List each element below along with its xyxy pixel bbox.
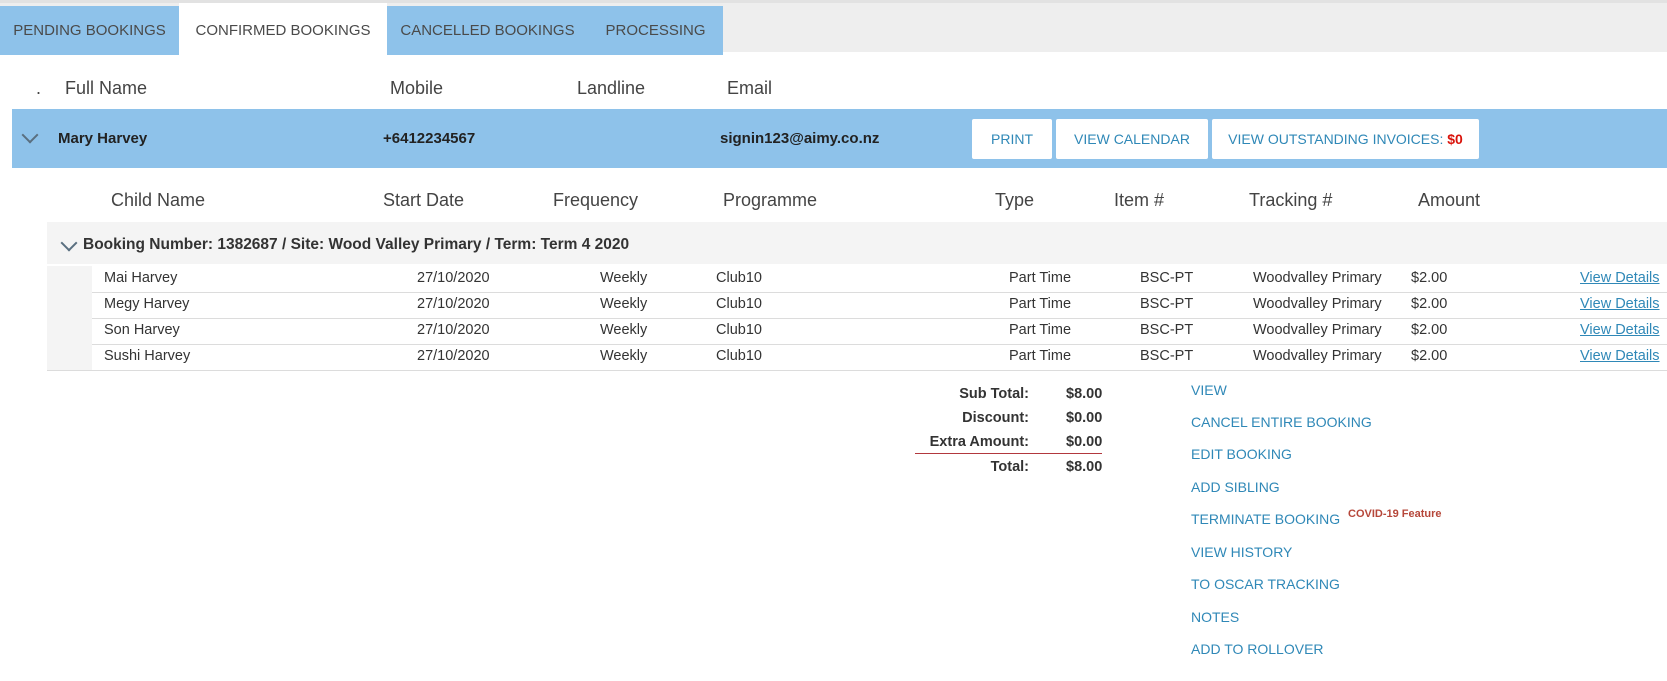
child-name: Son Harvey: [104, 322, 180, 338]
print-button[interactable]: PRINT: [972, 119, 1052, 159]
column-header-dot: .: [36, 78, 42, 98]
tracking-number: Woodvalley Primary: [1253, 322, 1382, 338]
tab-pending-bookings[interactable]: PENDING BOOKINGS: [0, 6, 179, 55]
column-header-tracking-number: Tracking #: [1249, 190, 1333, 210]
parent-mobile: +6412234567: [383, 130, 476, 147]
tracking-number: Woodvalley Primary: [1253, 296, 1382, 312]
type: Part Time: [1009, 270, 1072, 286]
column-header-item-number: Item #: [1114, 190, 1165, 210]
view-details-link[interactable]: View Details: [1580, 322, 1660, 338]
discount-value: $0.00: [1066, 410, 1103, 426]
table-row: Sushi Harvey 27/10/2020 Weekly Club10 Pa…: [47, 344, 1667, 371]
parent-email: signin123@aimy.co.nz: [720, 130, 880, 147]
amount: $2.00: [1411, 348, 1448, 364]
row-gutter: [47, 292, 92, 318]
covid-feature-badge: COVID-19 Feature: [1348, 508, 1442, 520]
type: Part Time: [1009, 296, 1072, 312]
start-date: 27/10/2020: [417, 322, 490, 338]
column-header-email: Email: [727, 78, 773, 98]
total-value: $8.00: [1066, 459, 1103, 475]
table-row: Megy Harvey 27/10/2020 Weekly Club10 Par…: [47, 292, 1667, 319]
outstanding-invoices-label: VIEW OUTSTANDING INVOICES:: [1228, 131, 1444, 147]
sub-total-label: Sub Total:: [959, 386, 1029, 402]
tracking-number: Woodvalley Primary: [1253, 348, 1382, 364]
column-header-child-name: Child Name: [111, 190, 206, 210]
view-details-link[interactable]: View Details: [1580, 348, 1660, 364]
frequency: Weekly: [600, 296, 648, 312]
add-sibling-action[interactable]: ADD SIBLING: [1191, 479, 1280, 495]
to-oscar-tracking-action[interactable]: TO OSCAR TRACKING: [1191, 576, 1340, 592]
sub-total-value: $8.00: [1066, 386, 1103, 402]
total-label: Total:: [990, 459, 1029, 475]
notes-action[interactable]: NOTES: [1191, 609, 1239, 625]
totals-divider: [915, 453, 1102, 454]
column-header-type: Type: [995, 190, 1035, 210]
frequency: Weekly: [600, 270, 648, 286]
item-number: BSC-PT: [1140, 270, 1194, 286]
start-date: 27/10/2020: [417, 348, 490, 364]
column-header-amount: Amount: [1418, 190, 1481, 210]
cancel-entire-booking-action[interactable]: CANCEL ENTIRE BOOKING: [1191, 414, 1372, 430]
view-outstanding-invoices-button[interactable]: VIEW OUTSTANDING INVOICES: $0: [1212, 119, 1479, 159]
tab-cancelled-bookings[interactable]: CANCELLED BOOKINGS: [387, 6, 588, 55]
child-name: Sushi Harvey: [104, 348, 191, 364]
extra-amount-label: Extra Amount:: [929, 434, 1029, 450]
column-header-programme: Programme: [723, 190, 818, 210]
type: Part Time: [1009, 348, 1072, 364]
programme: Club10: [716, 270, 762, 286]
booking-title: Booking Number: 1382687 / Site: Wood Val…: [83, 236, 630, 253]
programme: Club10: [716, 322, 762, 338]
column-header-mobile: Mobile: [390, 78, 444, 98]
row-gutter: [47, 344, 92, 370]
start-date: 27/10/2020: [417, 270, 490, 286]
outstanding-amount: $0: [1447, 131, 1463, 147]
view-details-link[interactable]: View Details: [1580, 296, 1660, 312]
item-number: BSC-PT: [1140, 348, 1194, 364]
chevron-down-icon[interactable]: [21, 126, 39, 144]
frequency: Weekly: [600, 322, 648, 338]
add-to-rollover-action[interactable]: ADD TO ROLLOVER: [1191, 641, 1324, 657]
parent-name: Mary Harvey: [58, 130, 148, 147]
terminate-booking-action[interactable]: TERMINATE BOOKING: [1191, 511, 1340, 527]
child-name: Megy Harvey: [104, 296, 190, 312]
table-row: Mai Harvey 27/10/2020 Weekly Club10 Part…: [47, 266, 1667, 293]
discount-label: Discount:: [962, 410, 1029, 426]
tab-processing[interactable]: PROCESSING: [588, 6, 723, 55]
programme: Club10: [716, 296, 762, 312]
amount: $2.00: [1411, 270, 1448, 286]
column-header-full-name: Full Name: [65, 78, 148, 98]
view-details-link[interactable]: View Details: [1580, 270, 1660, 286]
extra-amount-value: $0.00: [1066, 434, 1103, 450]
tracking-number: Woodvalley Primary: [1253, 270, 1382, 286]
column-header-start-date: Start Date: [383, 190, 465, 210]
start-date: 27/10/2020: [417, 296, 490, 312]
item-number: BSC-PT: [1140, 322, 1194, 338]
view-history-action[interactable]: VIEW HISTORY: [1191, 544, 1292, 560]
column-header-landline: Landline: [577, 78, 646, 98]
view-calendar-button[interactable]: VIEW CALENDAR: [1056, 119, 1208, 159]
table-row: Son Harvey 27/10/2020 Weekly Club10 Part…: [47, 318, 1667, 345]
amount: $2.00: [1411, 296, 1448, 312]
view-action[interactable]: VIEW: [1191, 382, 1227, 398]
programme: Club10: [716, 348, 762, 364]
type: Part Time: [1009, 322, 1072, 338]
frequency: Weekly: [600, 348, 648, 364]
amount: $2.00: [1411, 322, 1448, 338]
column-header-frequency: Frequency: [553, 190, 639, 210]
row-gutter: [47, 266, 92, 292]
row-gutter: [47, 318, 92, 344]
tab-bar: PENDING BOOKINGS CONFIRMED BOOKINGS CANC…: [0, 0, 1667, 55]
item-number: BSC-PT: [1140, 296, 1194, 312]
parent-row: Mary Harvey +6412234567 signin123@aimy.c…: [12, 109, 1667, 168]
tab-confirmed-bookings[interactable]: CONFIRMED BOOKINGS: [179, 3, 387, 55]
edit-booking-action[interactable]: EDIT BOOKING: [1191, 446, 1292, 462]
child-name: Mai Harvey: [104, 270, 178, 286]
